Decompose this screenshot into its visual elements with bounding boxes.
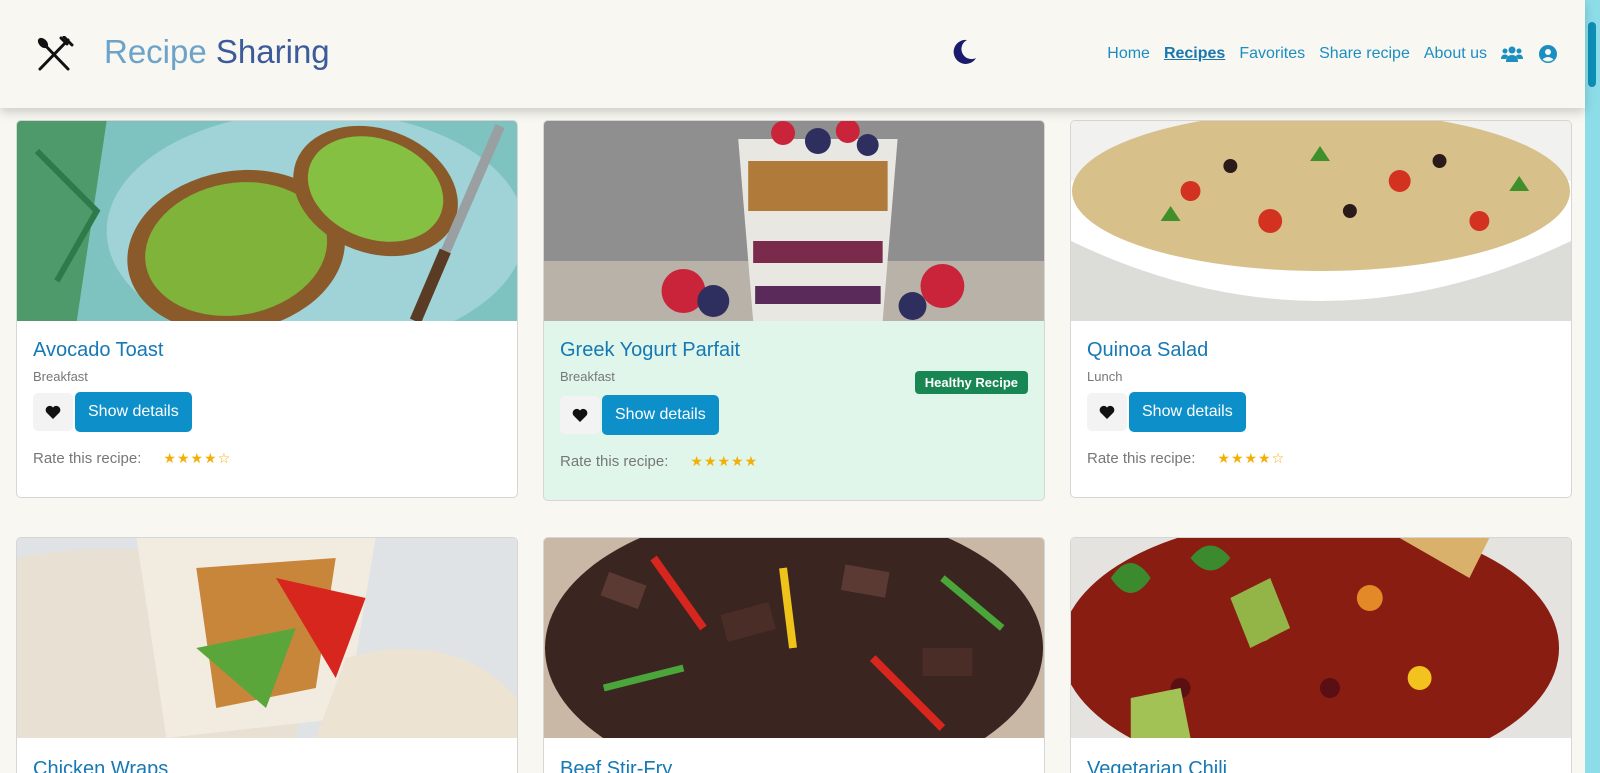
scrollbar-thumb[interactable] (1588, 22, 1596, 87)
recipe-category: Lunch (1087, 369, 1123, 384)
recipe-card: Vegetarian Chili (1070, 537, 1572, 773)
recipe-title[interactable]: Beef Stir-Fry (560, 756, 1028, 773)
card-body: Greek Yogurt Parfait Breakfast Healthy R… (544, 321, 1044, 500)
nav-recipes[interactable]: Recipes (1164, 45, 1225, 63)
card-actions: Show details (560, 395, 1028, 435)
recipe-card: Greek Yogurt Parfait Breakfast Healthy R… (543, 120, 1045, 501)
beef-stir-fry-photo (544, 538, 1044, 738)
recipe-card: Quinoa Salad Lunch Show details Rate thi… (1070, 120, 1572, 498)
recipe-title[interactable]: Avocado Toast (33, 337, 501, 363)
rate-label: Rate this recipe: (1087, 450, 1196, 467)
healthy-recipe-badge: Healthy Recipe (914, 371, 1028, 394)
card-actions: Show details (33, 392, 501, 432)
card-body: Beef Stir-Fry (544, 738, 1044, 773)
nav-share-recipe[interactable]: Share recipe (1319, 45, 1410, 63)
rate-label: Rate this recipe: (33, 450, 142, 467)
nav-home[interactable]: Home (1107, 45, 1150, 63)
recipe-category: Breakfast (33, 369, 88, 384)
yogurt-parfait-photo (544, 121, 1044, 321)
top-navbar: Recipe Sharing Home Recipes Favorites Sh… (0, 0, 1585, 108)
recipe-title[interactable]: Greek Yogurt Parfait (560, 337, 1028, 363)
rating-row: Rate this recipe: ★★★★★ (560, 453, 1028, 500)
page-scrollbar[interactable] (1585, 0, 1600, 773)
brand-title[interactable]: Recipe Sharing (104, 32, 330, 72)
fork-knife-icon (37, 36, 74, 71)
users-icon[interactable] (1501, 44, 1523, 64)
star-rating[interactable]: ★★★★☆ (1217, 450, 1285, 467)
star-rating[interactable]: ★★★★★ (690, 453, 758, 470)
card-body: Avocado Toast Breakfast Show details Rat… (17, 321, 517, 497)
card-body: Quinoa Salad Lunch Show details Rate thi… (1071, 321, 1571, 497)
favorite-button[interactable] (33, 393, 73, 431)
rating-row: Rate this recipe: ★★★★☆ (1087, 450, 1555, 497)
heart-icon (45, 405, 61, 419)
nav-about-us[interactable]: About us (1424, 45, 1487, 63)
rate-label: Rate this recipe: (560, 453, 669, 470)
recipe-title[interactable]: Quinoa Salad (1087, 337, 1555, 363)
favorite-button[interactable] (1087, 393, 1127, 431)
show-details-button[interactable]: Show details (1129, 392, 1246, 432)
show-details-button[interactable]: Show details (602, 395, 719, 435)
show-details-button[interactable]: Show details (75, 392, 192, 432)
heart-icon (1099, 405, 1115, 419)
main-nav: Home Recipes Favorites Share recipe Abou… (1107, 44, 1559, 64)
chicken-wraps-photo (17, 538, 517, 738)
recipe-title[interactable]: Chicken Wraps (33, 756, 501, 773)
user-circle-icon[interactable] (1537, 44, 1559, 64)
card-body: Vegetarian Chili (1071, 738, 1571, 773)
moon-icon[interactable] (950, 38, 978, 66)
brand-word-recipe: Recipe (104, 33, 207, 70)
card-actions: Show details (1087, 392, 1555, 432)
rating-row: Rate this recipe: ★★★★☆ (33, 450, 501, 497)
nav-favorites[interactable]: Favorites (1239, 45, 1305, 63)
favorite-button[interactable] (560, 396, 600, 434)
vegetarian-chili-photo (1071, 538, 1571, 738)
star-rating[interactable]: ★★★★☆ (163, 450, 231, 467)
recipe-card: Beef Stir-Fry (543, 537, 1045, 773)
heart-icon (572, 408, 588, 422)
avocado-toast-photo (17, 121, 517, 321)
recipe-title[interactable]: Vegetarian Chili (1087, 756, 1555, 773)
card-body: Chicken Wraps (17, 738, 517, 773)
brand-word-sharing: Sharing (215, 33, 330, 70)
quinoa-salad-photo (1071, 121, 1571, 321)
recipe-card: Avocado Toast Breakfast Show details Rat… (16, 120, 518, 498)
recipe-card: Chicken Wraps (16, 537, 518, 773)
